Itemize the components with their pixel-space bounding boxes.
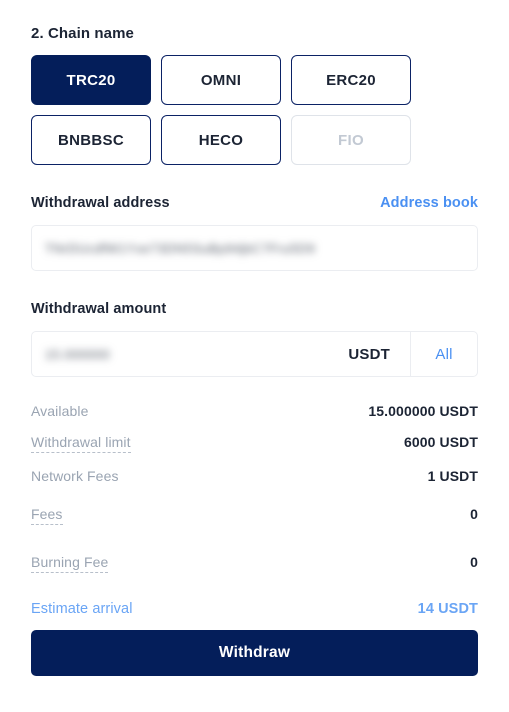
withdraw-form-page: 2. Chain name TRC20 OMNI ERC20 BNBBSC HE… — [0, 0, 509, 712]
summary-label-tooltip[interactable]: Burning Fee — [31, 554, 109, 573]
summary-row-fees: Fees 0 — [31, 506, 478, 525]
withdrawal-address-header: Withdrawal address Address book — [31, 195, 478, 215]
chain-option-label: FIO — [338, 131, 364, 149]
chain-option-label: BNBBSC — [58, 131, 124, 149]
summary-row-available: Available 15.000000 USDT — [31, 403, 478, 419]
summary-label: Network Fees — [31, 468, 119, 484]
summary-value: 6000 USDT — [403, 434, 478, 450]
chain-option-omni[interactable]: OMNI — [161, 55, 281, 105]
summary-value: 1 USDT — [427, 468, 478, 484]
summary-row-network-fees: Network Fees 1 USDT — [31, 468, 478, 484]
summary-row-estimate-arrival: Estimate arrival 14 USDT — [31, 601, 478, 617]
chain-option-heco[interactable]: HECO — [161, 115, 281, 165]
summary-value: 0 — [470, 554, 478, 570]
withdrawal-address-input[interactable]: TNrDUcdfW1Yxe73DN5SuBp94jbC7Fru5D9 — [31, 225, 478, 271]
summary-value: 0 — [470, 506, 478, 522]
chain-option-bnbbsc[interactable]: BNBBSC — [31, 115, 151, 165]
summary-label-tooltip[interactable]: Withdrawal limit — [31, 434, 131, 453]
chain-option-trc20[interactable]: TRC20 — [31, 55, 151, 105]
withdrawal-amount-header: Withdrawal amount — [31, 301, 478, 321]
chain-option-label: TRC20 — [66, 71, 116, 89]
chain-option-label: OMNI — [200, 71, 242, 89]
summary-row-withdrawal-limit: Withdrawal limit 6000 USDT — [31, 434, 478, 453]
chain-selector-group: TRC20 OMNI ERC20 BNBBSC HECO FIO — [31, 55, 478, 165]
withdrawal-amount-value[interactable]: 15.000000 — [32, 347, 348, 362]
chain-option-label: HECO — [198, 131, 244, 149]
fee-summary-list: Available 15.000000 USDT Withdrawal limi… — [31, 403, 478, 617]
withdrawal-address-block: Withdrawal address Address book TNrDUcdf… — [31, 195, 478, 271]
chain-option-erc20[interactable]: ERC20 — [291, 55, 411, 105]
summary-label-tooltip[interactable]: Fees — [31, 506, 63, 525]
summary-row-burning-fee: Burning Fee 0 — [31, 554, 478, 573]
chain-option-fio: FIO — [291, 115, 411, 165]
summary-value: 15.000000 USDT — [368, 403, 478, 419]
withdrawal-address-value: TNrDUcdfW1Yxe73DN5SuBp94jbC7Fru5D9 — [45, 240, 316, 256]
amount-currency-unit: USDT — [348, 345, 390, 363]
chain-option-label: ERC20 — [326, 71, 376, 89]
estimate-arrival-value: 14 USDT — [417, 601, 478, 617]
page-title: 2. Chain name — [31, 25, 134, 42]
amount-all-button[interactable]: All — [410, 332, 477, 376]
address-book-link[interactable]: Address book — [380, 195, 478, 211]
withdrawal-address-label: Withdrawal address — [31, 195, 170, 211]
withdrawal-amount-input-group: 15.000000 USDT All — [31, 331, 478, 377]
estimate-arrival-label: Estimate arrival — [31, 601, 133, 617]
withdrawal-amount-block: Withdrawal amount 15.000000 USDT All — [31, 301, 478, 377]
summary-label: Available — [31, 403, 89, 419]
withdrawal-amount-label: Withdrawal amount — [31, 301, 167, 317]
withdraw-button[interactable]: Withdraw — [31, 630, 478, 676]
